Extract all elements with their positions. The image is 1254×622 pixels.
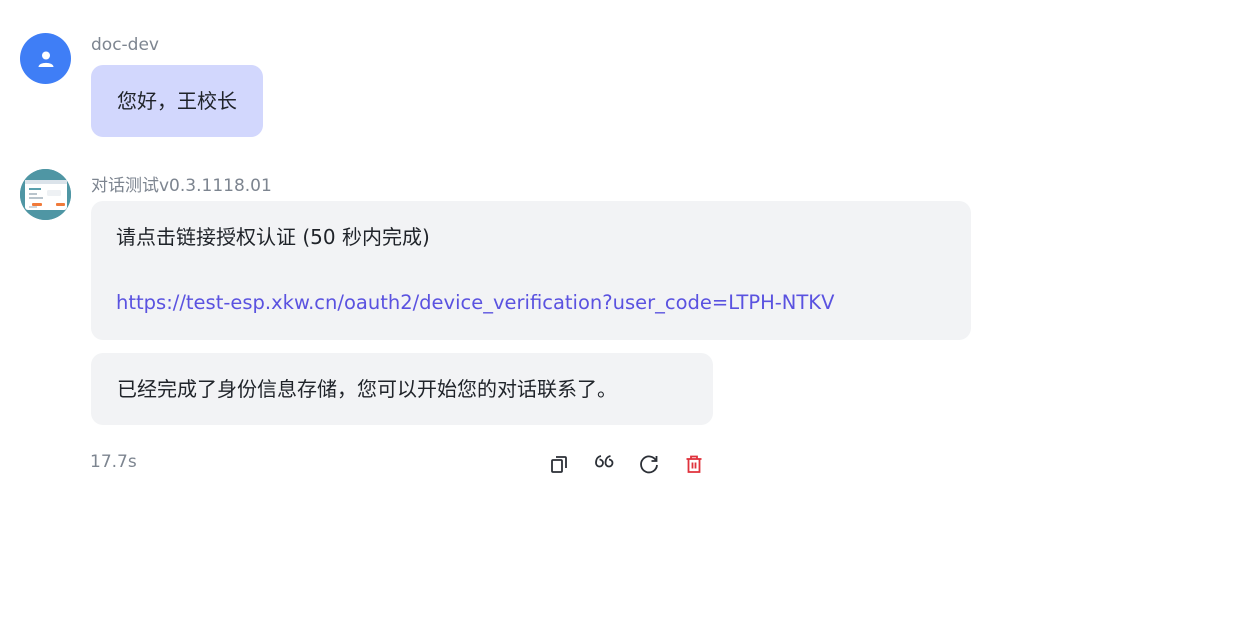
user-bubble: 您好，王校长 — [91, 65, 263, 137]
message-actions — [548, 453, 705, 475]
bot-message: 对话测试v0.3.1118.01 请点击链接授权认证 (50 秒内完成) htt… — [20, 169, 1020, 489]
user-icon — [38, 51, 53, 67]
copy-icon — [551, 456, 567, 473]
trash-icon — [686, 455, 702, 473]
bot-avatar[interactable] — [20, 169, 71, 220]
bot-avatar-image — [20, 169, 71, 220]
copy-button[interactable] — [548, 453, 570, 475]
elapsed-time: 17.7s — [90, 452, 137, 472]
user-sender-name: doc-dev — [91, 35, 159, 55]
quote-icon — [595, 455, 614, 468]
quote-button[interactable] — [593, 453, 615, 475]
chat-page: doc-dev 您好，王校长 对话测试v0.3.1118.01 请点击链接授权认… — [0, 0, 1254, 622]
auth-prompt: 请点击链接授权认证 (50 秒内完成) — [116, 225, 430, 249]
auth-link[interactable]: https://test-esp.xkw.cn/oauth2/device_ve… — [116, 289, 946, 317]
bot-sender-name: 对话测试v0.3.1118.01 — [91, 176, 272, 196]
delete-button[interactable] — [683, 453, 705, 475]
followup-bubble: 已经完成了身份信息存储，您可以开始您的对话联系了。 — [91, 353, 713, 425]
user-avatar[interactable] — [20, 33, 71, 84]
regenerate-button[interactable] — [638, 453, 660, 475]
auth-bubble: 请点击链接授权认证 (50 秒内完成) https://test-esp.xkw… — [91, 201, 971, 340]
refresh-icon — [640, 455, 658, 474]
user-message: doc-dev 您好，王校长 — [20, 33, 1020, 143]
